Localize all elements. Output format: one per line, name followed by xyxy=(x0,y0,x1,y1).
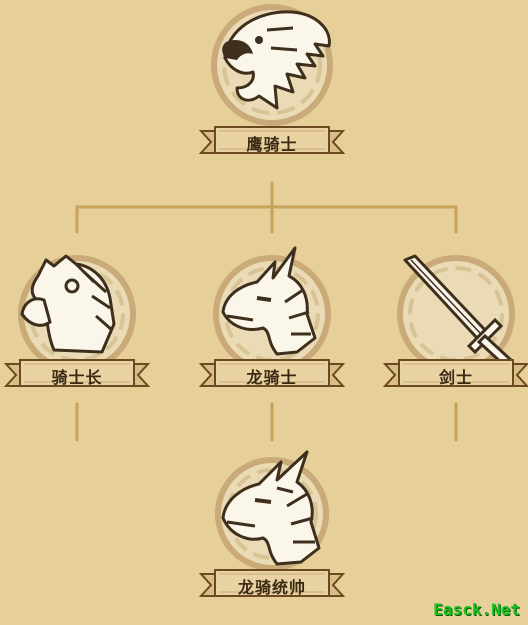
class-node-eagle-knight[interactable]: 鹰骑士 xyxy=(197,0,347,160)
class-name: 鹰骑士 xyxy=(246,135,298,154)
class-node-dragon-commander[interactable]: 龙骑统帅 xyxy=(197,448,347,608)
watermark: Easck.Net xyxy=(433,600,520,619)
class-name: 剑士 xyxy=(438,368,473,387)
class-name: 龙骑统帅 xyxy=(237,578,306,597)
class-tree: 鹰骑士 骑士长 龙骑士 剑士 龙骑统帅 Easck.Net xyxy=(0,0,528,625)
class-name: 龙骑士 xyxy=(246,368,298,387)
class-node-knight-captain[interactable]: 骑士长 xyxy=(2,242,152,402)
class-name: 骑士长 xyxy=(51,368,103,387)
class-node-dragon-knight[interactable]: 龙骑士 xyxy=(197,242,347,402)
class-node-swordsman[interactable]: 剑士 xyxy=(381,242,528,402)
